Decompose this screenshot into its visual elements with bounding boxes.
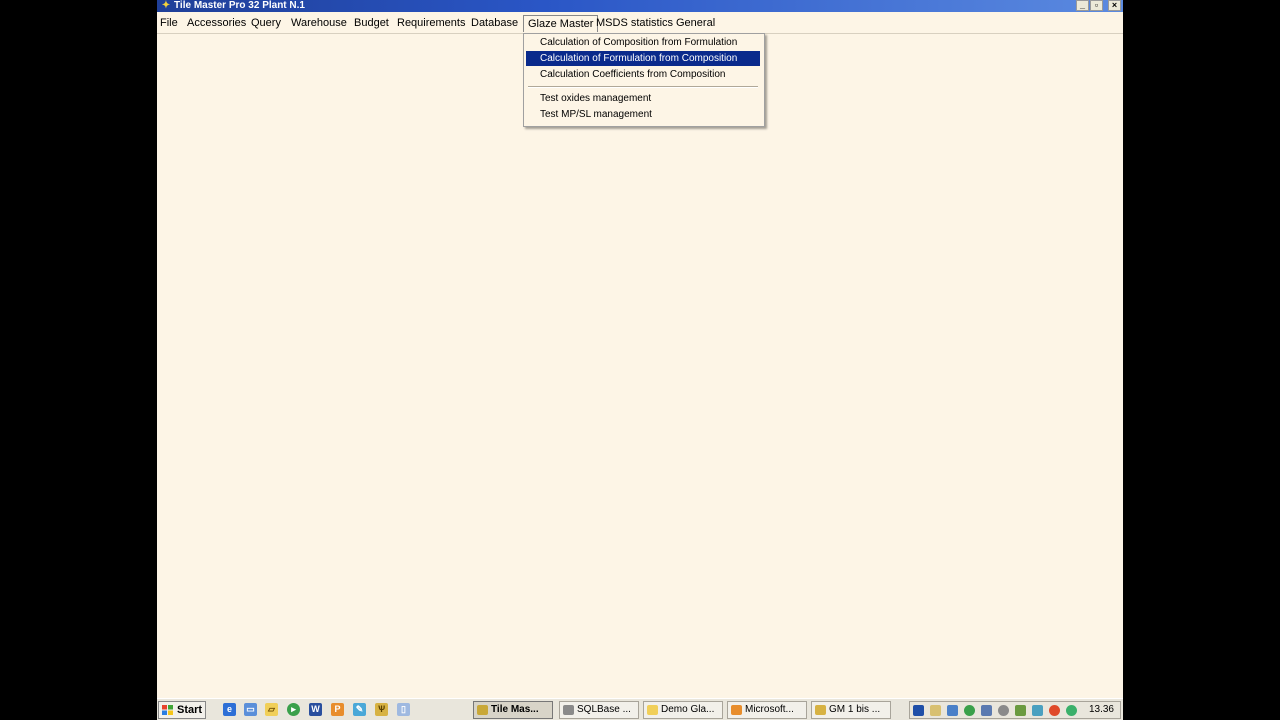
menu-database[interactable]: Database: [471, 16, 518, 30]
globe-icon[interactable]: [964, 705, 975, 716]
monitor-icon[interactable]: [981, 705, 992, 716]
glaze-icon: [815, 705, 826, 715]
task-sqlbase[interactable]: SQLBase ...: [559, 701, 639, 719]
media-player-icon[interactable]: ▸: [287, 703, 300, 716]
connection-icon[interactable]: [1032, 705, 1043, 716]
clock: 13.36: [1088, 704, 1114, 715]
minimize-button[interactable]: _: [1076, 0, 1089, 11]
status-icon[interactable]: [1066, 705, 1077, 716]
menu-warehouse[interactable]: Warehouse: [291, 16, 347, 30]
menu-item-composition-from-formulation[interactable]: Calculation of Composition from Formulat…: [526, 35, 760, 50]
folder-icon: [647, 705, 658, 715]
folder-icon[interactable]: ▱: [265, 703, 278, 716]
system-tray: 13.36: [909, 701, 1121, 719]
tray-app-icon[interactable]: [930, 705, 941, 716]
windows-logo-icon: [162, 705, 173, 715]
application-window: ✦ Tile Master Pro 32 Plant N.1 _ ▫ × Fil…: [157, 0, 1123, 720]
menu-item-coefficients-from-composition[interactable]: Calculation Coefficients from Compositio…: [526, 67, 760, 82]
task-label: Demo Gla...: [661, 704, 715, 715]
maximize-button[interactable]: ▫: [1090, 0, 1103, 11]
start-button[interactable]: Start: [158, 701, 206, 719]
start-label: Start: [177, 704, 203, 716]
antivirus-icon[interactable]: [1049, 705, 1060, 716]
menu-separator: [528, 86, 758, 88]
language-icon[interactable]: [913, 705, 924, 716]
task-label: Microsoft...: [745, 704, 794, 715]
task-microsoft[interactable]: Microsoft...: [727, 701, 807, 719]
task-label: Tile Mas...: [491, 704, 539, 715]
menu-bar: File Accessories Query Warehouse Budget …: [157, 13, 1123, 34]
menu-budget[interactable]: Budget: [354, 16, 389, 30]
app-shortcut-icon[interactable]: ✎: [353, 703, 366, 716]
title-bar[interactable]: ✦ Tile Master Pro 32 Plant N.1 _ ▫ ×: [157, 0, 1123, 12]
network-icon[interactable]: [947, 705, 958, 716]
menu-item-test-oxides-management[interactable]: Test oxides management: [526, 91, 760, 106]
close-button[interactable]: ×: [1108, 0, 1121, 11]
menu-accessories[interactable]: Accessories: [187, 16, 246, 30]
task-label: GM 1 bis ...: [829, 704, 881, 715]
menu-item-test-mpsl-management[interactable]: Test MP/SL management: [526, 107, 760, 122]
glaze-master-dropdown: Calculation of Composition from Formulat…: [523, 33, 765, 127]
menu-general[interactable]: General: [676, 16, 715, 30]
taskbar: Start e ▭ ▱ ▸ W P ✎ Ѱ ▯ Tile Mas... SQLB…: [157, 698, 1123, 720]
document-icon[interactable]: ▯: [397, 703, 410, 716]
task-gm-1-bis[interactable]: GM 1 bis ...: [811, 701, 891, 719]
menu-requirements[interactable]: Requirements: [397, 16, 465, 30]
menu-file[interactable]: File: [160, 16, 178, 30]
menu-glaze-master[interactable]: Glaze Master: [523, 15, 599, 32]
task-tile-master[interactable]: Tile Mas...: [473, 701, 553, 719]
app-icon: ✦: [161, 0, 171, 11]
menu-query[interactable]: Query: [251, 16, 281, 30]
internet-explorer-icon[interactable]: e: [223, 703, 236, 716]
task-demo-glaze[interactable]: Demo Gla...: [643, 701, 723, 719]
menu-item-formulation-from-composition[interactable]: Calculation of Formulation from Composit…: [526, 51, 760, 66]
desktop-icon[interactable]: ▭: [244, 703, 257, 716]
menu-msds-statistics[interactable]: MSDS statistics: [596, 16, 673, 30]
tile-master-icon: [477, 705, 488, 715]
glaze-shortcut-icon[interactable]: Ѱ: [375, 703, 388, 716]
sqlbase-icon: [563, 705, 574, 715]
window-title: Tile Master Pro 32 Plant N.1: [174, 0, 305, 11]
tray-tool-icon[interactable]: [1015, 705, 1026, 716]
word-icon[interactable]: W: [309, 703, 322, 716]
task-label: SQLBase ...: [577, 704, 631, 715]
powerpoint-icon[interactable]: P: [331, 703, 344, 716]
clock-app-icon[interactable]: [998, 705, 1009, 716]
powerpoint-icon: [731, 705, 742, 715]
